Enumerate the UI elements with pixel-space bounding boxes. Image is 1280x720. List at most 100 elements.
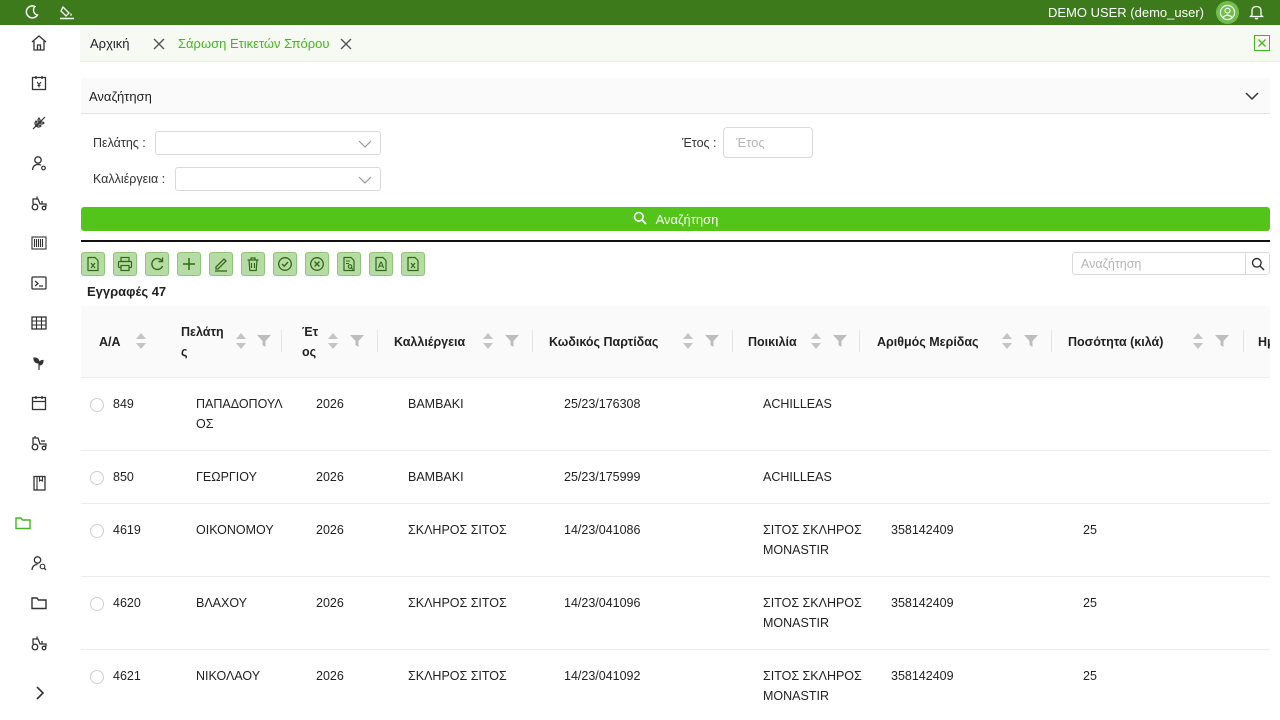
column-qty[interactable]: Ποσότητα (κιλά) [1052, 306, 1242, 378]
dark-mode-moon-icon[interactable] [23, 3, 41, 21]
tractor-icon[interactable] [28, 192, 50, 214]
crop-select[interactable] [175, 167, 381, 191]
row-select-radio[interactable] [90, 597, 104, 611]
cell-batch: 25/23/176308 [564, 397, 641, 411]
refresh-icon[interactable] [145, 252, 169, 276]
column-crop[interactable]: Καλλιέργεια [378, 306, 530, 378]
calendar-currency-icon[interactable] [28, 72, 50, 94]
customer-label: Πελάτης : [93, 136, 146, 150]
table-row[interactable]: 4620 ΒΛΑΧΟΥ 2026 ΣΚΛΗΡΟΣ ΣΙΤΟΣ 14/23/041… [81, 577, 1270, 650]
column-qty-sort-icon[interactable] [1192, 330, 1204, 352]
theme-paint-bucket-icon[interactable] [58, 3, 76, 21]
column-crop-sort-icon[interactable] [482, 330, 494, 352]
row-select-radio[interactable] [90, 670, 104, 684]
customer-select[interactable] [155, 131, 381, 155]
row-select-radio[interactable] [90, 398, 104, 412]
cell-variety: ACHILLEAS [763, 470, 832, 484]
cell-aa: 4621 [113, 669, 141, 683]
tab-seed-label-scan-close-icon[interactable] [338, 36, 354, 52]
table-row[interactable]: 4621 ΝΙΚΟΛΑΟΥ 2026 ΣΚΛΗΡΟΣ ΣΙΤΟΣ 14/23/0… [81, 650, 1270, 720]
approve-check-icon[interactable] [273, 252, 297, 276]
add-icon[interactable] [177, 252, 201, 276]
column-aa[interactable]: Α/Α [81, 306, 161, 378]
column-year-filter-icon[interactable] [350, 335, 364, 347]
tab-home[interactable]: Αρχική [90, 25, 170, 62]
notebook-icon[interactable] [28, 472, 50, 494]
column-next[interactable]: Ημ [1244, 306, 1270, 378]
notifications-bell-icon[interactable] [1247, 3, 1265, 21]
cell-batch: 14/23/041092 [564, 669, 641, 683]
column-batch-sort-icon[interactable] [682, 330, 694, 352]
column-qty-label: Ποσότητα (κιλά) [1068, 335, 1164, 349]
user-cog-icon[interactable] [28, 152, 50, 174]
sprout-icon[interactable] [28, 352, 50, 374]
cell-qty: 25 [1083, 523, 1097, 537]
column-aa-sort-icon[interactable] [135, 330, 147, 352]
calendar-icon[interactable] [28, 392, 50, 414]
year-input[interactable] [723, 127, 813, 158]
column-variety[interactable]: Ποικιλία [733, 306, 858, 378]
wheat-icon[interactable] [28, 112, 50, 134]
export-excel-icon[interactable] [81, 252, 105, 276]
grid-search-input[interactable] [1072, 252, 1246, 275]
tractor-gear-icon[interactable] [28, 432, 50, 454]
barcode-icon[interactable] [28, 232, 50, 254]
row-select-radio[interactable] [90, 471, 104, 485]
column-batch-filter-icon[interactable] [705, 335, 719, 347]
column-lot-sort-icon[interactable] [1001, 330, 1013, 352]
expand-chevron-right-icon[interactable] [29, 682, 51, 704]
column-aa-label: Α/Α [99, 335, 121, 349]
row-select-radio[interactable] [90, 524, 104, 538]
close-all-tabs-icon[interactable] [1254, 35, 1270, 51]
table-row[interactable]: 849 ΠΑΠΑΔΟΠΟΥΛ ΟΣ 2026 ΒΑΜΒΑΚΙ 25/23/176… [81, 378, 1270, 451]
export-pdf-icon[interactable] [369, 252, 393, 276]
column-customer-sort-icon[interactable] [235, 330, 247, 352]
column-batch[interactable]: Κωδικός Παρτίδας [533, 306, 731, 378]
column-variety-filter-icon[interactable] [833, 335, 847, 347]
column-year-label-2: ος [302, 345, 317, 359]
cell-year: 2026 [316, 669, 344, 683]
cell-year: 2026 [316, 397, 344, 411]
cell-customer: ΒΛΑΧΟΥ [196, 596, 248, 610]
column-crop-filter-icon[interactable] [505, 335, 519, 347]
cell-customer-wrap: ΟΣ [196, 417, 214, 431]
cell-qty: 25 [1083, 596, 1097, 610]
user-avatar-icon[interactable] [1216, 1, 1239, 24]
tab-home-close-icon[interactable] [151, 36, 167, 52]
print-icon[interactable] [113, 252, 137, 276]
column-lot[interactable]: Αριθμός Μερίδας [860, 306, 1050, 378]
document-search-icon[interactable] [337, 252, 361, 276]
folder-active-icon[interactable] [12, 512, 34, 534]
chevron-down-icon[interactable] [1244, 88, 1260, 104]
folder-icon[interactable] [28, 592, 50, 614]
records-count: Εγγραφές 47 [87, 284, 167, 299]
column-variety-sort-icon[interactable] [810, 330, 822, 352]
terminal-icon[interactable] [28, 272, 50, 294]
tab-seed-label-scan-label: Σάρωση Ετικετών Σπόρου [178, 36, 330, 51]
column-year-sort-icon[interactable] [327, 330, 339, 352]
export-excel-alt-icon[interactable] [401, 252, 425, 276]
cell-batch: 14/23/041086 [564, 523, 641, 537]
search-button[interactable]: Αναζήτηση [81, 207, 1270, 231]
crop-label: Καλλιέργεια : [93, 172, 166, 186]
column-customer-filter-icon[interactable] [257, 335, 271, 347]
cell-year: 2026 [316, 470, 344, 484]
reject-x-icon[interactable] [305, 252, 329, 276]
tab-seed-label-scan[interactable]: Σάρωση Ετικετών Σπόρου [178, 25, 358, 62]
home-icon[interactable] [28, 32, 50, 54]
search-panel-header[interactable]: Αναζήτηση [81, 78, 1270, 114]
user-name[interactable]: DEMO USER (demo_user) [1048, 5, 1204, 20]
grid-search-icon[interactable] [1245, 252, 1270, 275]
edit-icon[interactable] [209, 252, 233, 276]
column-year[interactable]: Έτ ος [286, 306, 376, 378]
table-row[interactable]: 4619 ΟΙΚΟΝΟΜΟΥ 2026 ΣΚΛΗΡΟΣ ΣΙΤΟΣ 14/23/… [81, 504, 1270, 577]
delete-icon[interactable] [241, 252, 265, 276]
cell-variety: ΣΙΤΟΣ ΣΚΛΗΡΟΣ [763, 596, 862, 610]
column-customer[interactable]: Πελάτη ς [161, 306, 281, 378]
column-qty-filter-icon[interactable] [1215, 335, 1229, 347]
tractor-small-icon[interactable] [28, 632, 50, 654]
user-search-icon[interactable] [28, 552, 50, 574]
table-row[interactable]: 850 ΓΕΩΡΓΙΟΥ 2026 ΒΑΜΒΑΚΙ 25/23/175999 A… [81, 451, 1270, 504]
table-grid-icon[interactable] [28, 312, 50, 334]
column-lot-filter-icon[interactable] [1024, 335, 1038, 347]
